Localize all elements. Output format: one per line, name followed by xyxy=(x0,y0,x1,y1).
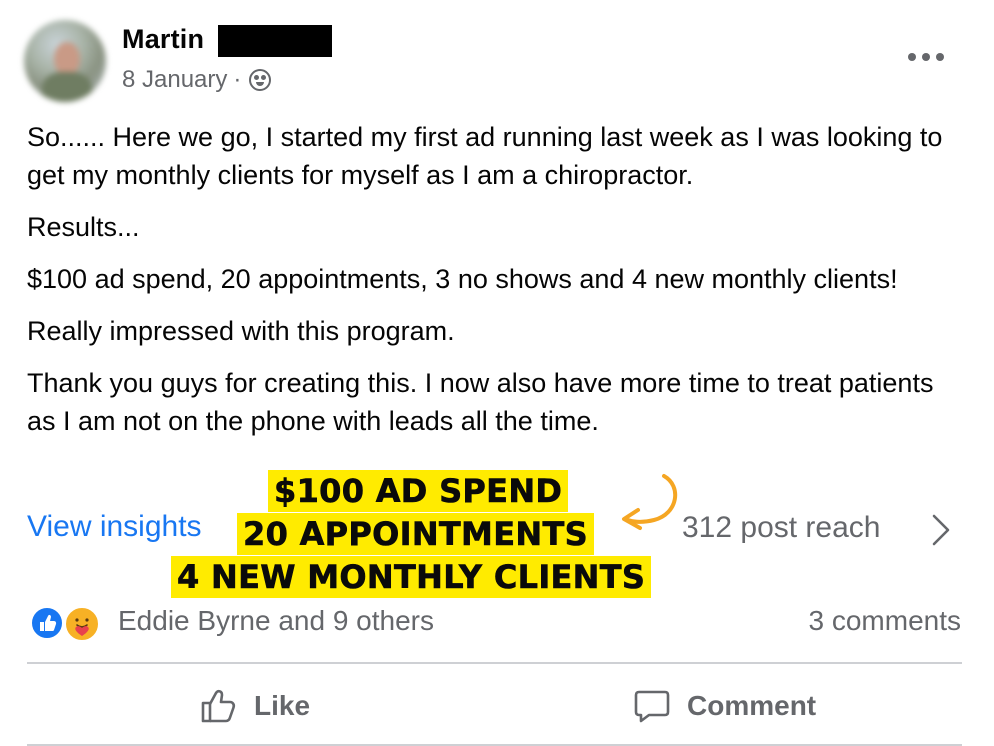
like-button[interactable]: Like xyxy=(200,684,310,728)
post-paragraph: Really impressed with this program. xyxy=(27,316,455,346)
post-paragraph: Results... xyxy=(27,212,140,242)
post-date[interactable]: 8 January xyxy=(122,66,227,94)
comments-count[interactable]: 3 comments xyxy=(809,605,962,637)
comment-button[interactable]: Comment xyxy=(633,684,816,728)
divider xyxy=(27,662,962,664)
post-paragraph: Thank you guys for creating this. I now … xyxy=(27,368,934,436)
chevron-right-icon[interactable] xyxy=(930,513,952,547)
privacy-globe-icon[interactable] xyxy=(249,69,272,91)
meta-separator: · xyxy=(233,66,242,93)
post-reach[interactable]: 312 post reach xyxy=(682,511,880,545)
post-paragraph: So...... Here we go, I started my first … xyxy=(27,122,943,190)
highlight-new-clients: 4 NEW MONTHLY CLIENTS xyxy=(171,556,652,598)
thumbs-up-icon xyxy=(201,689,236,723)
reaction-icons[interactable] xyxy=(30,604,104,642)
post-paragraph: $100 ad spend, 20 appointments, 3 no sho… xyxy=(27,264,898,294)
avatar[interactable] xyxy=(24,20,106,102)
curved-arrow-icon xyxy=(622,474,678,530)
view-insights-link[interactable]: View insights xyxy=(27,510,202,544)
like-label: Like xyxy=(254,690,311,721)
redacted-surname xyxy=(218,25,332,57)
like-reaction-icon xyxy=(30,606,64,640)
author-name[interactable]: Martin xyxy=(122,24,204,55)
post-meta: 8 January · xyxy=(122,66,272,94)
highlight-appointments: 20 APPOINTMENTS xyxy=(237,513,594,555)
post-body: So...... Here we go, I started my first … xyxy=(27,118,967,454)
comment-bubble-icon xyxy=(634,690,670,723)
comment-label: Comment xyxy=(687,690,817,721)
care-reaction-icon xyxy=(64,606,100,642)
reactor-names[interactable]: Eddie Byrne and 9 others xyxy=(118,605,434,637)
highlight-ad-spend: $100 AD SPEND xyxy=(268,470,569,512)
more-options-icon[interactable] xyxy=(908,52,944,62)
